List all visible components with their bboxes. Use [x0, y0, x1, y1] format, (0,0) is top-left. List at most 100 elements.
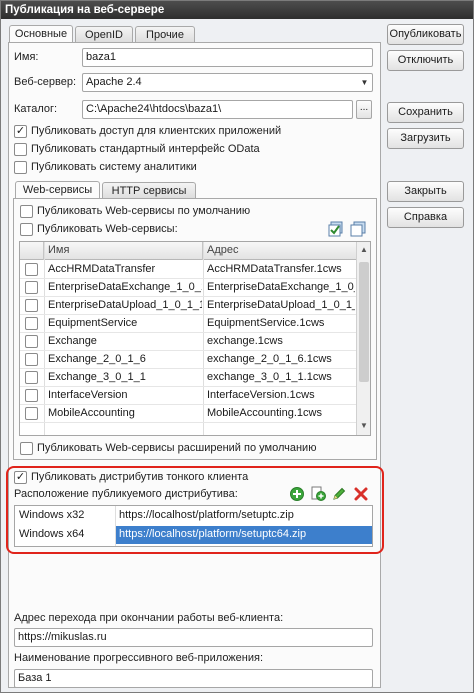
service-name: EnterpriseDataUpload_1_0_1_1 — [48, 299, 202, 311]
table-row[interactable]: Exchange_3_0_1_1 exchange_3_0_1_1.1cws — [20, 369, 356, 387]
webserver-label: Веб-сервер: — [14, 76, 77, 88]
edit-icon[interactable] — [331, 486, 348, 502]
row-checkbox[interactable] — [25, 281, 38, 294]
service-address: exchange_3_0_1_1.1cws — [207, 371, 332, 383]
exit-url-label: Адрес перехода при окончании работы веб-… — [14, 612, 284, 624]
table-row[interactable]: EnterpriseDataExchange_1_0_1_1 Enterprise… — [20, 279, 356, 297]
publish-ws-label: Публиковать Web-сервисы: — [37, 223, 178, 235]
publish-ws-extensions-label: Публиковать Web-сервисы расширений по ум… — [37, 442, 317, 454]
close-button[interactable]: Закрыть — [387, 181, 464, 202]
publish-dialog: Публикация на веб-сервере Основные OpenI… — [0, 0, 474, 693]
chevron-down-icon[interactable]: ▼ — [357, 74, 372, 91]
service-name: EquipmentService — [48, 317, 138, 329]
publish-ws-default-label: Публиковать Web-сервисы по умолчанию — [37, 205, 251, 217]
publish-ws-default-checkbox[interactable] — [20, 205, 33, 218]
row-checkbox[interactable] — [25, 389, 38, 402]
service-name: InterfaceVersion — [48, 389, 128, 401]
service-address: InterfaceVersion.1cws — [207, 389, 315, 401]
web-services-table[interactable]: Имя Адрес AccHRMDataTransfer AccHRMDataTr… — [19, 241, 371, 436]
publish-button[interactable]: Опубликовать — [387, 24, 464, 45]
service-address: AccHRMDataTransfer.1cws — [207, 263, 342, 275]
webserver-value: Apache 2.4 — [86, 76, 142, 88]
row-checkbox[interactable] — [25, 317, 38, 330]
tab-http-services[interactable]: HTTP сервисы — [102, 182, 196, 199]
header-name[interactable]: Имя — [44, 242, 203, 260]
web-services-table-header: Имя Адрес — [20, 242, 356, 260]
help-button[interactable]: Справка — [387, 207, 464, 228]
distribution-os: Windows x64 — [19, 528, 85, 540]
tab-other[interactable]: Прочие — [135, 26, 195, 43]
webserver-select[interactable]: Apache 2.4 ▼ — [82, 73, 373, 92]
table-row[interactable]: MobileAccounting MobileAccounting.1cws — [20, 405, 356, 423]
tab-main[interactable]: Основные — [9, 25, 73, 43]
web-services-scrollbar[interactable]: ▲ ▼ — [356, 242, 370, 435]
service-name: Exchange — [48, 335, 97, 347]
publish-ws-extensions-checkbox[interactable] — [20, 442, 33, 455]
row-checkbox[interactable] — [25, 263, 38, 276]
service-address: EnterpriseDataUpload_1_0_1_1.1cws — [207, 299, 355, 311]
row-checkbox[interactable] — [25, 353, 38, 366]
table-row[interactable]: EquipmentService EquipmentService.1cws — [20, 315, 356, 333]
publish-ws-checkbox[interactable] — [20, 223, 33, 236]
publish-analytics-checkbox[interactable] — [14, 161, 27, 174]
table-row[interactable]: Exchange_2_0_1_6 exchange_2_0_1_6.1cws — [20, 351, 356, 369]
table-row[interactable]: InterfaceVersion InterfaceVersion.1cws — [20, 387, 356, 405]
publish-thin-client-label: Публиковать дистрибутив тонкого клиента — [31, 471, 249, 483]
row-checkbox[interactable] — [25, 335, 38, 348]
distribution-url: https://localhost/platform/setuptc.zip — [119, 509, 294, 521]
row-checkbox[interactable] — [25, 299, 38, 312]
save-button[interactable]: Сохранить — [387, 102, 464, 123]
table-row[interactable]: EnterpriseDataUpload_1_0_1_1 EnterpriseDa… — [20, 297, 356, 315]
service-name: Exchange_3_0_1_1 — [48, 371, 146, 383]
unpublish-button[interactable]: Отключить — [387, 50, 464, 71]
exit-url-field[interactable]: https://mikuslas.ru — [14, 628, 373, 647]
table-row[interactable]: Exchange exchange.1cws — [20, 333, 356, 351]
publish-client-access-checkbox[interactable]: ✓ — [14, 125, 27, 138]
window-title: Публикация на веб-сервере — [1, 1, 473, 19]
row-checkbox[interactable] — [25, 371, 38, 384]
scroll-down-icon[interactable]: ▼ — [357, 419, 370, 433]
service-name: Exchange_2_0_1_6 — [48, 353, 146, 365]
publish-odata-label: Публиковать стандартный интерфейс OData — [31, 143, 260, 155]
tab-web-services[interactable]: Web-сервисы — [15, 181, 100, 199]
dialog-body: Основные OpenID Прочие Имя: baza1 Веб-се… — [1, 19, 473, 692]
service-address: EquipmentService.1cws — [207, 317, 325, 329]
pwa-name-label: Наименование прогрессивного веб-приложен… — [14, 652, 264, 664]
column-divider — [115, 506, 116, 546]
row-checkbox[interactable] — [25, 407, 38, 420]
publish-thin-client-checkbox[interactable]: ✓ — [14, 471, 27, 484]
web-services-panel: Публиковать Web-сервисы по умолчанию Пуб… — [13, 198, 377, 460]
check-all-icon[interactable] — [328, 221, 345, 237]
copy-icon[interactable] — [310, 486, 327, 502]
publish-analytics-label: Публиковать систему аналитики — [31, 161, 197, 173]
main-tab-panel: Имя: baza1 Веб-сервер: Apache 2.4 ▼ Ката… — [6, 42, 384, 688]
uncheck-all-icon[interactable] — [350, 221, 367, 237]
catalog-field[interactable]: C:\Apache24\htdocs\baza1\ — [82, 100, 353, 119]
header-address[interactable]: Адрес — [203, 242, 356, 260]
name-field[interactable]: baza1 — [82, 48, 373, 67]
table-row[interactable]: Windows x32 https://localhost/platform/s… — [15, 507, 372, 525]
service-address: MobileAccounting.1cws — [207, 407, 322, 419]
service-name: MobileAccounting — [48, 407, 135, 419]
service-address: EnterpriseDataExchange_1_0_1_1.1cws — [207, 281, 355, 293]
name-label: Имя: — [14, 51, 39, 63]
tab-openid[interactable]: OpenID — [75, 26, 133, 43]
catalog-label: Каталог: — [14, 103, 58, 115]
pwa-name-field[interactable]: База 1 — [14, 669, 373, 688]
distribution-table[interactable]: Windows x32 https://localhost/platform/s… — [14, 505, 373, 547]
scroll-thumb[interactable] — [359, 262, 369, 382]
header-check-column — [20, 242, 44, 260]
service-address: exchange_2_0_1_6.1cws — [207, 353, 332, 365]
publish-odata-checkbox[interactable] — [14, 143, 27, 156]
distribution-os: Windows x32 — [19, 509, 85, 521]
service-name: AccHRMDataTransfer — [48, 263, 156, 275]
add-icon[interactable] — [289, 486, 306, 502]
load-button[interactable]: Загрузить — [387, 128, 464, 149]
table-row-selected[interactable]: Windows x64 https://localhost/platform/s… — [15, 526, 372, 544]
delete-icon[interactable] — [353, 486, 370, 502]
distribution-location-label: Расположение публикуемого дистрибутива: — [14, 488, 238, 500]
table-row[interactable]: AccHRMDataTransfer AccHRMDataTransfer.1cw… — [20, 261, 356, 279]
scroll-up-icon[interactable]: ▲ — [357, 243, 370, 257]
browse-catalog-button[interactable]: ... — [356, 100, 372, 119]
distribution-url: https://localhost/platform/setuptc64.zip — [115, 526, 372, 544]
